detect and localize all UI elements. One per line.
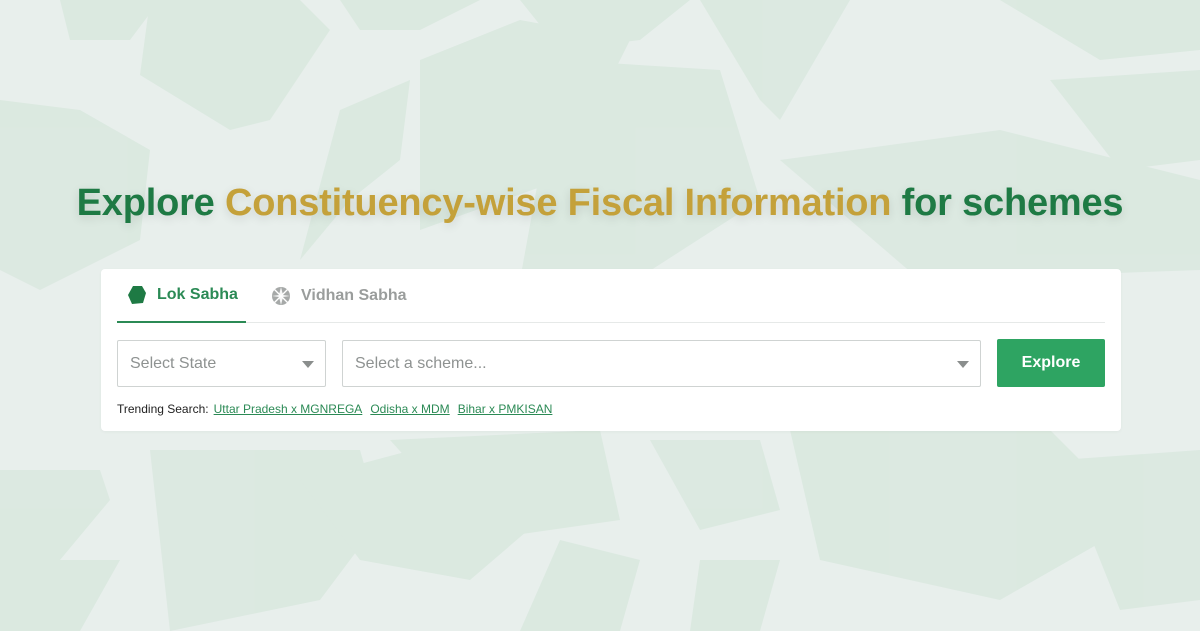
lok-sabha-icon <box>127 285 147 305</box>
scheme-select[interactable]: Select a scheme... <box>342 340 981 387</box>
page-title-part-explore: Explore <box>76 182 225 224</box>
tab-bar: Lok Sabha Vidhan Sabha <box>117 269 1105 323</box>
tab-lok-sabha[interactable]: Lok Sabha <box>117 269 246 323</box>
scheme-select-placeholder: Select a scheme... <box>355 354 487 372</box>
trending-link-bihar[interactable]: Bihar x PMKISAN <box>458 402 553 416</box>
trending-search: Trending Search: Uttar Pradesh x MGNREGA… <box>117 402 552 416</box>
trending-search-label: Trending Search: <box>117 402 209 416</box>
state-select[interactable]: Select State <box>117 340 326 387</box>
trending-link-uttar-pradesh[interactable]: Uttar Pradesh x MGNREGA <box>214 402 363 416</box>
explore-button[interactable]: Explore <box>997 339 1105 387</box>
search-card: Lok Sabha Vidhan Sabha Select State Sele… <box>101 269 1121 431</box>
tab-vidhan-sabha-label: Vidhan Sabha <box>301 287 407 304</box>
chevron-down-icon <box>302 361 314 368</box>
vidhan-sabha-icon <box>271 286 291 306</box>
state-select-placeholder: Select State <box>130 354 217 372</box>
tab-lok-sabha-label: Lok Sabha <box>157 286 238 303</box>
trending-link-odisha[interactable]: Odisha x MDM <box>370 402 449 416</box>
page-title-part-schemes: for schemes <box>891 182 1124 224</box>
chevron-down-icon <box>957 361 969 368</box>
page-title-part-highlight: Constituency-wise Fiscal Information <box>224 182 892 224</box>
tab-vidhan-sabha[interactable]: Vidhan Sabha <box>271 269 407 323</box>
page-title: Explore Constituency-wise Fiscal Informa… <box>0 182 1200 225</box>
